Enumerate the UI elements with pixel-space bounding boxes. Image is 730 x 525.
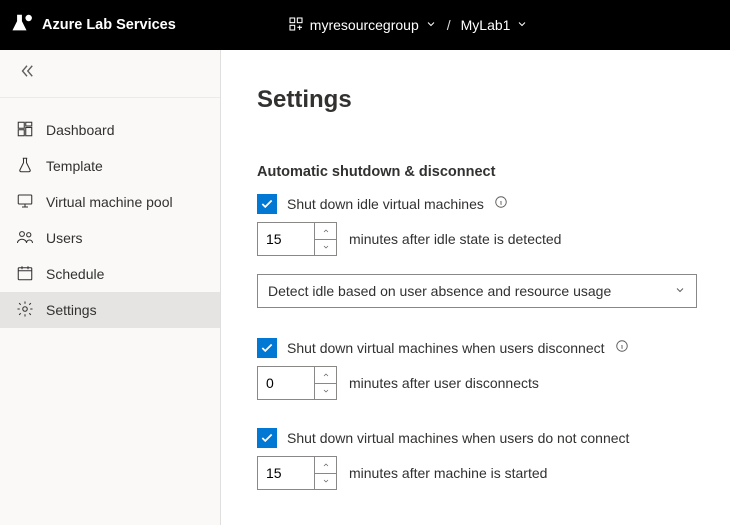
sidebar-item-label: Schedule [46,266,104,282]
gear-icon [16,300,34,321]
sidebar-item-label: Virtual machine pool [46,194,173,210]
resource-group-name: myresourcegroup [310,17,419,33]
stepper-down-icon[interactable] [315,383,336,400]
chevron-down-icon [516,17,528,33]
breadcrumb-separator: / [447,17,451,33]
azure-lab-logo-icon [12,13,32,37]
idle-shutdown-checkbox[interactable] [257,194,277,214]
idle-minutes-hint: minutes after idle state is detected [349,231,561,247]
dashboard-icon [16,120,34,141]
stepper-up-icon[interactable] [315,223,336,239]
noconnect-minutes-hint: minutes after machine is started [349,465,547,481]
brand-title: Azure Lab Services [42,17,176,33]
idle-shutdown-row: Shut down idle virtual machines [257,194,694,214]
monitor-icon [16,192,34,213]
info-icon[interactable] [615,339,629,358]
stepper-up-icon[interactable] [315,457,336,473]
sidebar-item-settings[interactable]: Settings [0,292,220,328]
calendar-icon [16,264,34,285]
noconnect-shutdown-row: Shut down virtual machines when users do… [257,428,694,448]
disconnect-shutdown-label: Shut down virtual machines when users di… [287,340,605,356]
chevron-double-left-icon [18,62,36,85]
sidebar-item-label: Users [46,230,83,246]
sidebar-item-schedule[interactable]: Schedule [0,256,220,292]
sidebar: Dashboard Template Virtual machine pool [0,50,221,525]
page-title: Settings [257,86,694,114]
section-title: Automatic shutdown & disconnect [257,164,694,180]
stepper-down-icon[interactable] [315,473,336,490]
flask-icon [16,156,34,177]
idle-shutdown-label: Shut down idle virtual machines [287,196,484,212]
idle-minutes-input[interactable] [258,223,314,255]
idle-minutes-row: minutes after idle state is detected [257,222,694,256]
noconnect-minutes-input[interactable] [258,457,314,489]
idle-detection-dropdown[interactable]: Detect idle based on user absence and re… [257,274,697,308]
users-icon [16,228,34,249]
nav: Dashboard Template Virtual machine pool [0,98,220,328]
stepper-up-icon[interactable] [315,367,336,383]
lab-crumb[interactable]: MyLab1 [461,17,529,33]
sidebar-item-label: Dashboard [46,122,115,138]
top-header: Azure Lab Services myresourcegroup / MyL… [0,0,730,50]
chevron-down-icon [674,283,686,299]
sidebar-item-label: Template [46,158,103,174]
disconnect-shutdown-row: Shut down virtual machines when users di… [257,338,694,358]
breadcrumb: myresourcegroup / MyLab1 [288,16,529,35]
noconnect-minutes-row: minutes after machine is started [257,456,694,490]
sidebar-item-dashboard[interactable]: Dashboard [0,112,220,148]
main-content: Settings Automatic shutdown & disconnect… [221,50,730,525]
disconnect-minutes-hint: minutes after user disconnects [349,375,539,391]
disconnect-minutes-stepper[interactable] [257,366,337,400]
chevron-down-icon [425,17,437,33]
disconnect-shutdown-checkbox[interactable] [257,338,277,358]
idle-dropdown-value: Detect idle based on user absence and re… [268,283,611,299]
noconnect-shutdown-label: Shut down virtual machines when users do… [287,430,629,446]
noconnect-minutes-stepper[interactable] [257,456,337,490]
resource-group-icon [288,16,304,35]
sidebar-item-template[interactable]: Template [0,148,220,184]
sidebar-item-vm-pool[interactable]: Virtual machine pool [0,184,220,220]
collapse-sidebar-button[interactable] [0,50,220,98]
brand[interactable]: Azure Lab Services [0,13,176,37]
lab-name: MyLab1 [461,17,511,33]
disconnect-minutes-row: minutes after user disconnects [257,366,694,400]
idle-minutes-stepper[interactable] [257,222,337,256]
noconnect-shutdown-checkbox[interactable] [257,428,277,448]
sidebar-item-label: Settings [46,302,97,318]
resource-group-crumb[interactable]: myresourcegroup [288,16,437,35]
stepper-down-icon[interactable] [315,239,336,256]
disconnect-minutes-input[interactable] [258,367,314,399]
info-icon[interactable] [494,195,508,214]
sidebar-item-users[interactable]: Users [0,220,220,256]
